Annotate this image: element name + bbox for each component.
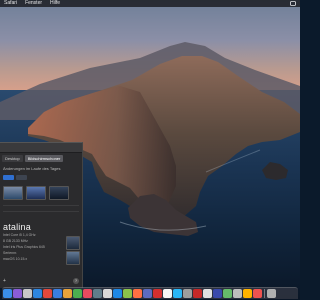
wallpaper-thumbnails xyxy=(3,186,79,200)
app-icon-7[interactable] xyxy=(123,289,132,298)
menu-item-window[interactable]: Fenster xyxy=(25,0,42,7)
trash-icon[interactable] xyxy=(267,289,276,298)
app-icon-3[interactable] xyxy=(83,289,92,298)
menu-bar: Safari Fenster Hilfe xyxy=(0,0,300,7)
dock-separator xyxy=(264,289,265,298)
app-icon-9[interactable] xyxy=(143,289,152,298)
app-icon-11[interactable] xyxy=(163,289,172,298)
appearance-toggle[interactable] xyxy=(3,175,79,180)
menu-item-help[interactable]: Hilfe xyxy=(50,0,60,7)
app-icon-18[interactable] xyxy=(233,289,242,298)
app-icon-19[interactable] xyxy=(243,289,252,298)
app-icon-16[interactable] xyxy=(213,289,222,298)
tab-desktop[interactable]: Desktop xyxy=(2,155,23,162)
menu-item-safari[interactable]: Safari xyxy=(4,0,17,7)
dock xyxy=(2,287,298,299)
window-tabs: Desktop Bildschirmschoner xyxy=(0,153,82,162)
finder-icon[interactable] xyxy=(3,289,12,298)
wallpaper-thumbnail[interactable] xyxy=(49,186,69,200)
window-titlebar[interactable] xyxy=(0,143,82,153)
app-icon-10[interactable] xyxy=(153,289,162,298)
chrome-icon[interactable] xyxy=(43,289,52,298)
safari-icon[interactable] xyxy=(33,289,42,298)
app-icon-12[interactable] xyxy=(173,289,182,298)
app-icon-20[interactable] xyxy=(253,289,262,298)
siri-icon[interactable] xyxy=(13,289,22,298)
divider xyxy=(3,211,79,212)
side-thumbnail[interactable] xyxy=(66,251,80,265)
system-preferences-window: Desktop Bildschirmschoner Änderungen im … xyxy=(0,142,83,288)
wallpaper-thumbnail[interactable] xyxy=(26,186,46,200)
app-icon-8[interactable] xyxy=(133,289,142,298)
os-name: atalina xyxy=(3,222,31,232)
launchpad-icon[interactable] xyxy=(23,289,32,298)
toggle-segment-off[interactable] xyxy=(16,175,27,180)
app-icon-5[interactable] xyxy=(103,289,112,298)
wallpaper-thumbnail[interactable] xyxy=(3,186,23,200)
app-icon-2[interactable] xyxy=(73,289,82,298)
app-icon-4[interactable] xyxy=(93,289,102,298)
tab-screensaver[interactable]: Bildschirmschoner xyxy=(24,155,64,162)
status-icon[interactable] xyxy=(290,1,296,6)
divider xyxy=(3,205,79,206)
add-button[interactable]: + xyxy=(2,279,7,284)
app-icon-14[interactable] xyxy=(193,289,202,298)
dynamic-desktop-label: Änderungen im Laufe des Tages xyxy=(3,166,61,171)
app-icon-15[interactable] xyxy=(203,289,212,298)
app-icon-17[interactable] xyxy=(223,289,232,298)
mail-icon[interactable] xyxy=(53,289,62,298)
app-icon-13[interactable] xyxy=(183,289,192,298)
app-icon-1[interactable] xyxy=(63,289,72,298)
side-thumbnail[interactable] xyxy=(66,236,80,250)
app-icon-6[interactable] xyxy=(113,289,122,298)
toggle-segment-on[interactable] xyxy=(3,175,14,180)
help-button[interactable]: ? xyxy=(73,278,79,284)
